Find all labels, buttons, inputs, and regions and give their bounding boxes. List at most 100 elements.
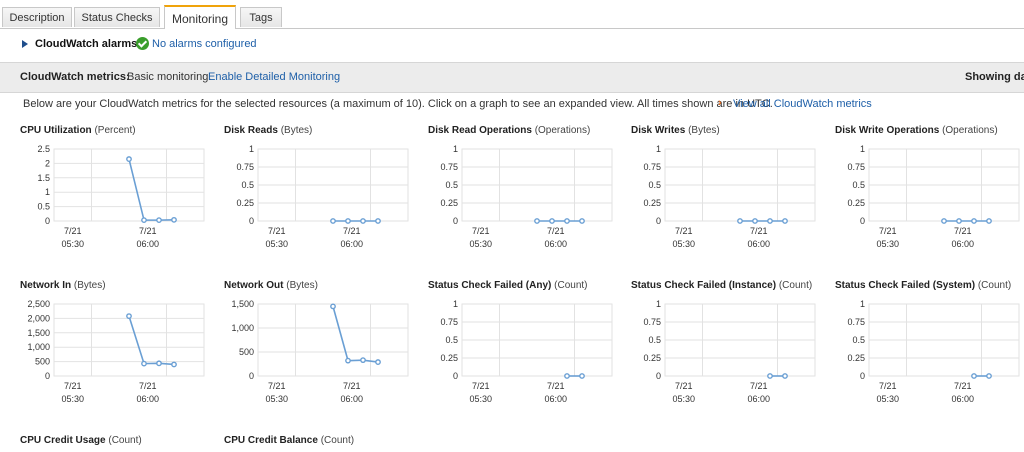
y-tick-label: 0.5 — [648, 180, 661, 190]
monitoring-mode: Basic monitoring. — [127, 71, 212, 83]
y-tick-label: 1 — [656, 299, 661, 309]
x-tick-date: 7/21 — [139, 226, 157, 236]
chart-name: Disk Read Operations — [428, 125, 532, 136]
chart-disk-reads[interactable]: 1 0.75 0.5 0.25 0 7/21 05:30 7/21 06:00 — [218, 137, 418, 257]
data-point — [360, 218, 366, 224]
chart-unit: (Percent) — [94, 125, 136, 136]
y-tick-label: 0.5 — [852, 180, 865, 190]
x-tick-date: 7/21 — [547, 226, 565, 236]
enable-detailed-monitoring-link[interactable]: Enable Detailed Monitoring — [208, 71, 340, 83]
chart-name: CPU Credit Usage — [20, 435, 106, 446]
y-tick-label: 0.25 — [440, 198, 458, 208]
y-tick-label: 2.5 — [37, 144, 50, 154]
chart-disk-writes[interactable]: 1 0.75 0.5 0.25 0 7/21 05:30 7/21 06:00 — [625, 137, 825, 257]
chart-title-status-check-failed-system: Status Check Failed (System) (Count) — [835, 280, 1011, 291]
y-tick-label: 0 — [249, 371, 254, 381]
y-tick-label: 0 — [860, 371, 865, 381]
x-tick-time: 05:30 — [61, 239, 84, 249]
chart-unit: (Operations) — [942, 125, 998, 136]
x-tick-date: 7/21 — [879, 226, 897, 236]
chart-name: Disk Write Operations — [835, 125, 940, 136]
y-tick-label: 1 — [453, 144, 458, 154]
chart-name: Disk Reads — [224, 125, 278, 136]
y-tick-label: 0 — [860, 216, 865, 226]
x-tick-date: 7/21 — [343, 226, 361, 236]
data-point — [549, 218, 555, 224]
chart-name: CPU Utilization — [20, 125, 92, 136]
x-tick-time: 06:00 — [951, 239, 974, 249]
data-point — [971, 218, 977, 224]
y-tick-label: 500 — [239, 347, 254, 357]
y-tick-label: 0.25 — [440, 353, 458, 363]
x-tick-time: 05:30 — [265, 239, 288, 249]
arrow-right-icon: › — [718, 97, 722, 109]
chart-network-in[interactable]: 2,500 2,000 1,500 1,000 500 0 7/21 05:30 7/21 06:… — [14, 292, 214, 412]
y-tick-label: 0.5 — [852, 335, 865, 345]
alarms-label[interactable]: CloudWatch alarms: — [35, 38, 141, 50]
data-point — [156, 360, 162, 367]
chart-title-disk-writes: Disk Writes (Bytes) — [631, 125, 720, 136]
y-tick-label: 0.75 — [440, 162, 458, 172]
no-alarms-link[interactable]: No alarms configured — [152, 38, 257, 50]
y-tick-label: 0.75 — [643, 317, 661, 327]
chart-name: Disk Writes — [631, 125, 686, 136]
y-tick-label: 1 — [249, 144, 254, 154]
data-point — [141, 217, 147, 224]
y-tick-label: 0.75 — [440, 317, 458, 327]
data-point — [579, 373, 585, 379]
y-tick-label: 1 — [656, 144, 661, 154]
chart-disk-read-operations[interactable]: 1 0.75 0.5 0.25 0 7/21 05:30 7/21 06:00 — [422, 137, 622, 257]
y-tick-label: 2,500 — [27, 299, 50, 309]
chart-name: Status Check Failed (Any) — [428, 280, 552, 291]
tab-status-checks[interactable]: Status Checks — [74, 7, 160, 27]
x-tick-time: 05:30 — [876, 394, 899, 404]
y-tick-label: 0 — [656, 216, 661, 226]
x-tick-date: 7/21 — [64, 226, 82, 236]
chart-name: Status Check Failed (System) — [835, 280, 976, 291]
x-tick-date: 7/21 — [750, 226, 768, 236]
chart-cpu-utilization[interactable]: 2.5 2 1.5 1 0.5 0 7/21 05:30 7/21 06:00 — [14, 137, 214, 257]
view-all-metrics-link[interactable]: View all CloudWatch metrics — [733, 98, 872, 110]
y-tick-label: 0 — [45, 371, 50, 381]
chart-title-network-out: Network Out (Bytes) — [224, 280, 318, 291]
y-tick-label: 2,000 — [27, 313, 50, 323]
chart-unit: (Count) — [320, 435, 355, 446]
data-point — [534, 218, 540, 224]
data-point — [330, 303, 336, 310]
metrics-label: CloudWatch metrics: — [20, 71, 130, 83]
x-tick-time: 05:30 — [469, 239, 492, 249]
tab-tags[interactable]: Tags — [240, 7, 282, 27]
y-tick-label: 0.25 — [643, 198, 661, 208]
y-tick-label: 0.5 — [241, 180, 254, 190]
tab-monitoring[interactable]: Monitoring — [164, 5, 236, 29]
expand-triangle-icon[interactable] — [22, 40, 28, 48]
data-point — [126, 156, 132, 162]
x-tick-time: 06:00 — [340, 239, 363, 249]
chart-network-out[interactable]: 1,500 1,000 500 0 7/21 05:30 7/21 06:00 — [218, 292, 418, 412]
chart-status-check-failed-any[interactable]: 1 0.75 0.5 0.25 0 7/21 05:30 7/21 06:00 — [422, 292, 622, 412]
x-tick-time: 06:00 — [340, 394, 363, 404]
x-tick-time: 06:00 — [136, 394, 159, 404]
chart-title-disk-write-operations: Disk Write Operations (Operations) — [835, 125, 998, 136]
chart-unit: (Count) — [108, 435, 142, 446]
x-tick-time: 05:30 — [672, 394, 695, 404]
data-point — [171, 216, 177, 223]
data-point — [971, 373, 977, 379]
showing-data-label: Showing dat — [965, 71, 1024, 83]
y-tick-label: 1,500 — [27, 328, 50, 338]
chart-name: Network In — [20, 280, 72, 291]
x-tick-time: 06:00 — [747, 239, 770, 249]
chart-status-check-failed-system[interactable]: 1 0.75 0.5 0.25 0 7/21 05:30 7/21 06:00 — [829, 292, 1024, 412]
chart-title-disk-reads: Disk Reads (Bytes) — [224, 125, 312, 136]
chart-status-check-failed-instance[interactable]: 1 0.75 0.5 0.25 0 7/21 05:30 7/21 06:00 — [625, 292, 825, 412]
chart-title-disk-read-operations: Disk Read Operations (Operations) — [428, 125, 590, 136]
data-point — [330, 218, 336, 224]
x-tick-time: 05:30 — [876, 239, 899, 249]
data-point — [375, 359, 381, 365]
cloudwatch-metrics-bar: CloudWatch metrics: Basic monitoring. En… — [0, 62, 1024, 93]
y-tick-label: 0.75 — [236, 162, 254, 172]
x-tick-date: 7/21 — [954, 226, 972, 236]
y-tick-label: 0.25 — [847, 198, 865, 208]
chart-disk-write-operations[interactable]: 1 0.75 0.5 0.25 0 7/21 05:30 7/21 06:00 — [829, 137, 1024, 257]
tab-description[interactable]: Description — [2, 7, 72, 27]
